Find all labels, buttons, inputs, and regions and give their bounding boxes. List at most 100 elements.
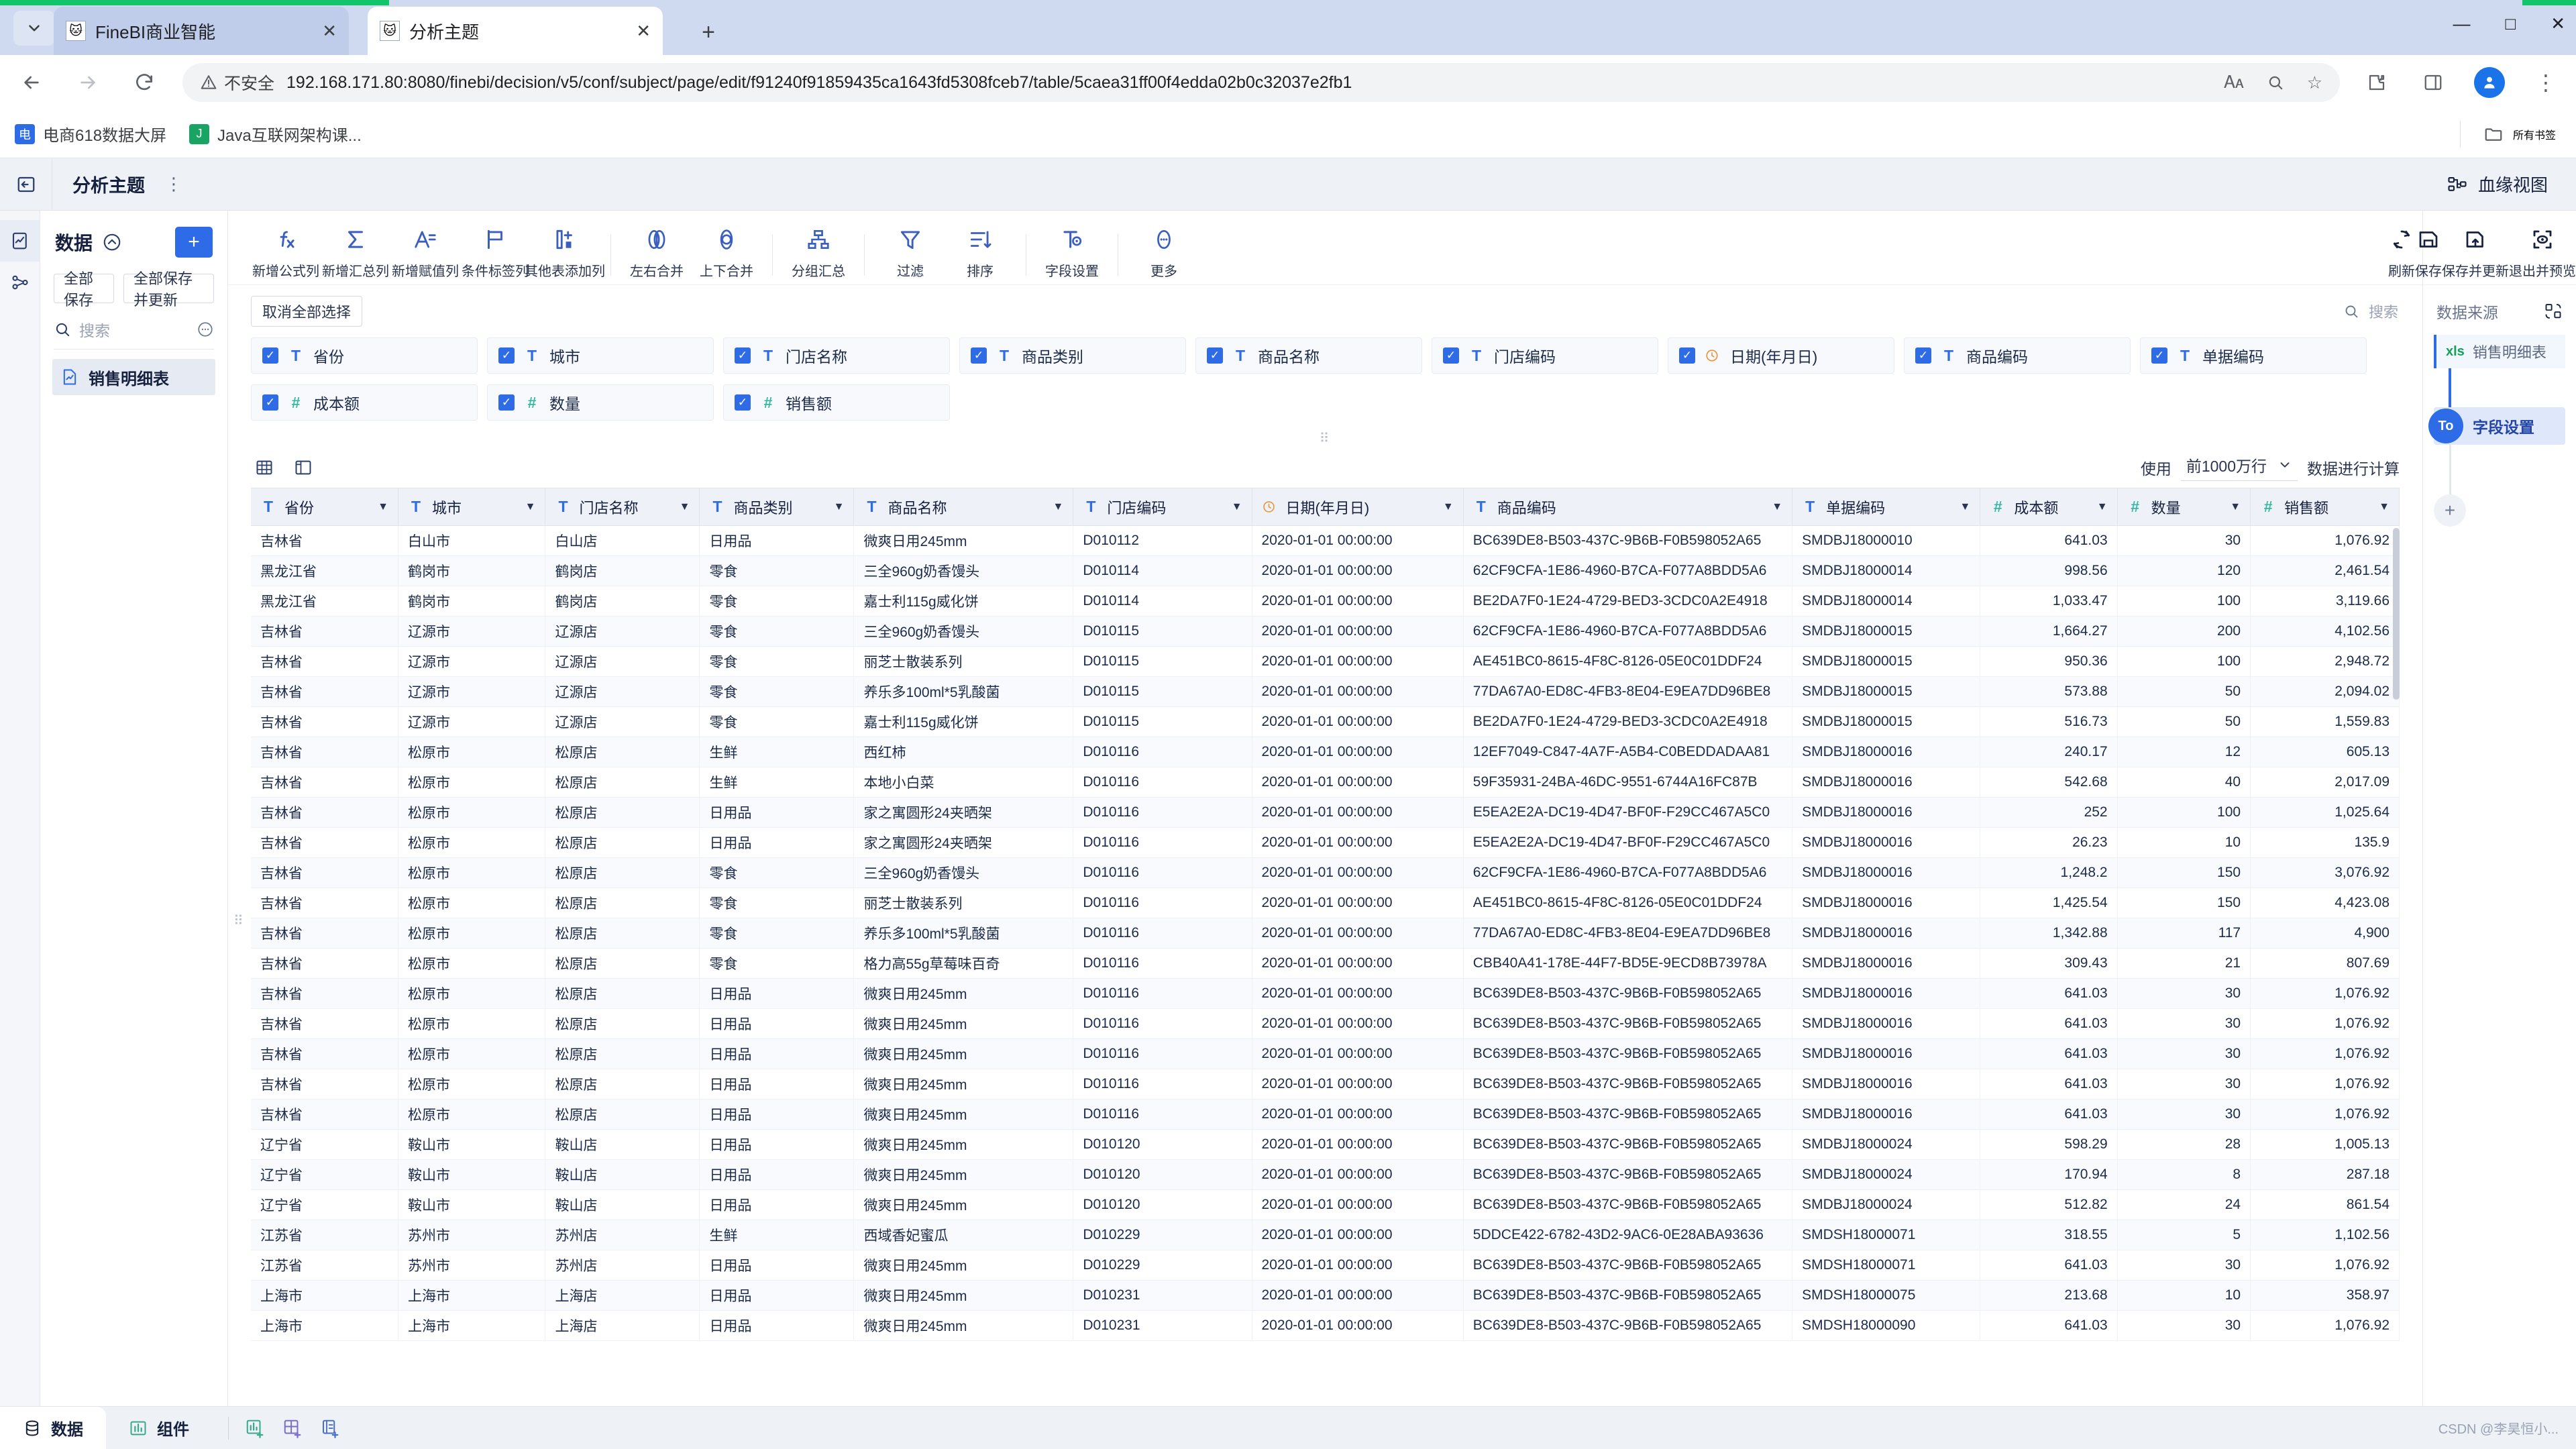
resize-handle[interactable]: ⠿ xyxy=(228,421,2422,449)
table-row[interactable]: 吉林省 松原市 松原店 零食 格力高55g草莓味百奇 D010116 2020-01-01 … xyxy=(251,948,2400,979)
chevron-down-icon[interactable]: ▼ xyxy=(1772,501,1782,513)
chevron-down-icon[interactable]: ▼ xyxy=(680,501,690,513)
toolbar-filter[interactable]: 过滤 xyxy=(875,225,945,280)
table-header-cell[interactable]: T 城市 ▼ xyxy=(398,488,546,526)
translate-icon[interactable]: 🗛 xyxy=(2224,72,2243,93)
save-all-and-update-button[interactable]: 全部保存并更新 xyxy=(123,270,214,309)
address-bar[interactable]: 不安全 192.168.171.80:8080/finebi/decision/… xyxy=(182,63,2340,102)
forward-icon[interactable] xyxy=(70,64,106,101)
table-row[interactable]: 吉林省 松原市 松原店 日用品 微爽日用245mm D010116 2020-01-01 0… xyxy=(251,1008,2400,1039)
table-row[interactable]: 辽宁省 鞍山市 鞍山店 日用品 微爽日用245mm D010120 2020-01-01 0… xyxy=(251,1159,2400,1190)
table-header-cell[interactable]: T 省份 ▼ xyxy=(251,488,398,526)
step-field-settings[interactable]: To 字段设置 xyxy=(2428,407,2565,445)
field-checkbox[interactable]: ✓ xyxy=(735,394,751,411)
sidebar-search[interactable]: 搜索 xyxy=(54,318,214,350)
toolbar-formula-column[interactable]: 新增公式列 xyxy=(251,225,321,280)
field-chip[interactable]: ✓ # 成本额 xyxy=(251,384,478,421)
table-header-cell[interactable]: T 门店编码 ▼ xyxy=(1073,488,1252,526)
table-row[interactable]: 黑龙江省 鹤岗市 鹤岗店 零食 三全960g奶香馒头 D010114 2020-01-01 … xyxy=(251,555,2400,586)
close-icon[interactable]: ✕ xyxy=(305,21,337,42)
table-header-cell[interactable]: T 商品名称 ▼ xyxy=(853,488,1074,526)
field-checkbox[interactable]: ✓ xyxy=(262,394,278,411)
all-bookmarks-button[interactable]: 所有书签 xyxy=(2459,120,2561,148)
exit-and-preview-button[interactable]: 退出并预览 xyxy=(2509,225,2576,280)
lineage-view-button[interactable]: 血缘视图 xyxy=(2447,172,2576,197)
add-report-icon[interactable] xyxy=(320,1418,340,1438)
toolbar-add-column-from-table[interactable]: 其他表添加列 xyxy=(525,225,605,280)
security-indicator[interactable]: 不安全 xyxy=(200,70,274,95)
browser-tab-0[interactable]: 🐱 FineBI商业智能 ✕ xyxy=(54,7,349,55)
table-row[interactable]: 吉林省 松原市 松原店 日用品 微爽日用245mm D010116 2020-01-01 0… xyxy=(251,1099,2400,1130)
field-chip[interactable]: ✓ # 销售额 xyxy=(723,384,950,421)
table-row[interactable]: 吉林省 松原市 松原店 日用品 微爽日用245mm D010116 2020-01-01 0… xyxy=(251,1038,2400,1069)
collapse-sidebar-icon[interactable] xyxy=(0,158,52,211)
table-row[interactable]: 吉林省 松原市 松原店 零食 丽芝士散装系列 D010116 2020-01-01 00:0… xyxy=(251,888,2400,918)
more-vertical-icon[interactable]: ⋮ xyxy=(165,174,183,195)
chevron-down-icon[interactable]: ▼ xyxy=(1443,501,1454,513)
close-icon[interactable]: ✕ xyxy=(619,21,651,42)
extensions-icon[interactable] xyxy=(2360,64,2394,101)
toolbar-merge-vertical[interactable]: 上下合并 xyxy=(692,225,761,280)
panel-refresh-icon[interactable] xyxy=(2544,302,2563,321)
bookmark-star-icon[interactable]: ☆ xyxy=(2307,72,2322,93)
clear-all-selection-button[interactable]: 取消全部选择 xyxy=(251,296,363,327)
chevron-down-icon[interactable]: ▼ xyxy=(525,501,536,513)
table-row[interactable]: 上海市 上海市 上海店 日用品 微爽日用245mm D010231 2020-01-01 0… xyxy=(251,1280,2400,1311)
field-chip[interactable]: ✓ T 门店名称 xyxy=(723,337,950,374)
grid-view-icon[interactable] xyxy=(251,454,278,481)
add-dataset-button[interactable]: + xyxy=(175,227,213,258)
field-chip[interactable]: ✓ T 商品编码 xyxy=(1904,337,2131,374)
table-row[interactable]: 吉林省 松原市 松原店 日用品 家之寓圆形24夹晒架 D010116 2020-01-01 … xyxy=(251,797,2400,828)
chevron-up-circle-icon[interactable] xyxy=(102,232,122,252)
field-chip[interactable]: ✓ T 门店编码 xyxy=(1432,337,1658,374)
refresh-button[interactable]: 刷新 xyxy=(2388,225,2415,280)
save-and-update-button[interactable]: 保存并更新 xyxy=(2442,225,2509,280)
more-circle-icon[interactable] xyxy=(197,321,214,338)
table-row[interactable]: 吉林省 白山市 白山店 日用品 微爽日用245mm D010112 2020-01-01 0… xyxy=(251,525,2400,556)
toolbar-group-summary[interactable]: 分组汇总 xyxy=(784,225,853,280)
back-icon[interactable] xyxy=(13,64,50,101)
toolbar-more[interactable]: 更多 xyxy=(1129,225,1199,280)
bookmark-item-0[interactable]: 电 电商618数据大屏 xyxy=(15,122,166,146)
table-row[interactable]: 吉林省 辽源市 辽源店 零食 丽芝士散装系列 D010115 2020-01-01 00:0… xyxy=(251,646,2400,677)
table-header-cell[interactable]: # 销售额 ▼ xyxy=(2250,488,2400,526)
bookmark-item-1[interactable]: J Java互联网架构课... xyxy=(189,122,362,146)
field-checkbox[interactable]: ✓ xyxy=(971,347,987,364)
field-chip[interactable]: ✓ 日期(年月日) xyxy=(1668,337,1894,374)
sidebar-item-sales-detail[interactable]: 销售明细表 xyxy=(52,359,215,395)
field-chip[interactable]: ✓ T 单据编码 xyxy=(2140,337,2367,374)
field-checkbox[interactable]: ✓ xyxy=(2151,347,2167,364)
table-header-cell[interactable]: T 门店名称 ▼ xyxy=(545,488,700,526)
bottom-tab-components[interactable]: 组件 xyxy=(106,1407,212,1449)
profile-avatar[interactable] xyxy=(2473,64,2506,101)
field-checkbox[interactable]: ✓ xyxy=(498,394,515,411)
side-panel-icon[interactable] xyxy=(2416,64,2450,101)
chevron-down-icon[interactable]: ▼ xyxy=(2230,501,2241,513)
field-checkbox[interactable]: ✓ xyxy=(498,347,515,364)
table-header-cell[interactable]: 日期(年月日) ▼ xyxy=(1252,488,1464,526)
table-row[interactable]: 吉林省 松原市 松原店 日用品 微爽日用245mm D010116 2020-01-01 0… xyxy=(251,978,2400,1009)
tab-search-button[interactable] xyxy=(13,11,55,46)
rail-item-analysis[interactable] xyxy=(0,220,40,262)
table-header-cell[interactable]: # 成本额 ▼ xyxy=(1980,488,2118,526)
toolbar-sort[interactable]: 排序 xyxy=(945,225,1015,280)
browser-menu-icon[interactable]: ⋮ xyxy=(2529,64,2563,101)
maximize-icon[interactable]: □ xyxy=(2505,13,2516,34)
table-row[interactable]: 辽宁省 鞍山市 鞍山店 日用品 微爽日用245mm D010120 2020-01-01 0… xyxy=(251,1129,2400,1160)
add-step-button[interactable]: + xyxy=(2434,494,2466,527)
field-chip[interactable]: ✓ T 省份 xyxy=(251,337,478,374)
chevron-down-icon[interactable]: ▼ xyxy=(1960,501,1970,513)
minimize-icon[interactable]: — xyxy=(2453,13,2470,34)
chevron-down-icon[interactable]: ▼ xyxy=(834,501,845,513)
toolbar-summary-column[interactable]: 新增汇总列 xyxy=(321,225,390,280)
field-checkbox[interactable]: ✓ xyxy=(1207,347,1223,364)
table-row[interactable]: 吉林省 松原市 松原店 日用品 家之寓圆形24夹晒架 D010116 2020-01-01 … xyxy=(251,827,2400,858)
table-row[interactable]: 吉林省 松原市 松原店 零食 养乐多100ml*5乳酸菌 D010116 2020-01-0… xyxy=(251,918,2400,949)
table-row[interactable]: 黑龙江省 鹤岗市 鹤岗店 零食 嘉士利115g威化饼 D010114 2020-01-01 … xyxy=(251,586,2400,616)
add-dashboard-icon[interactable] xyxy=(282,1418,303,1438)
field-chip[interactable]: ✓ T 城市 xyxy=(487,337,714,374)
chevron-down-icon[interactable]: ▼ xyxy=(378,501,388,513)
field-chip[interactable]: ✓ # 数量 xyxy=(487,384,714,421)
reload-icon[interactable] xyxy=(126,64,162,101)
field-checkbox[interactable]: ✓ xyxy=(1915,347,1931,364)
